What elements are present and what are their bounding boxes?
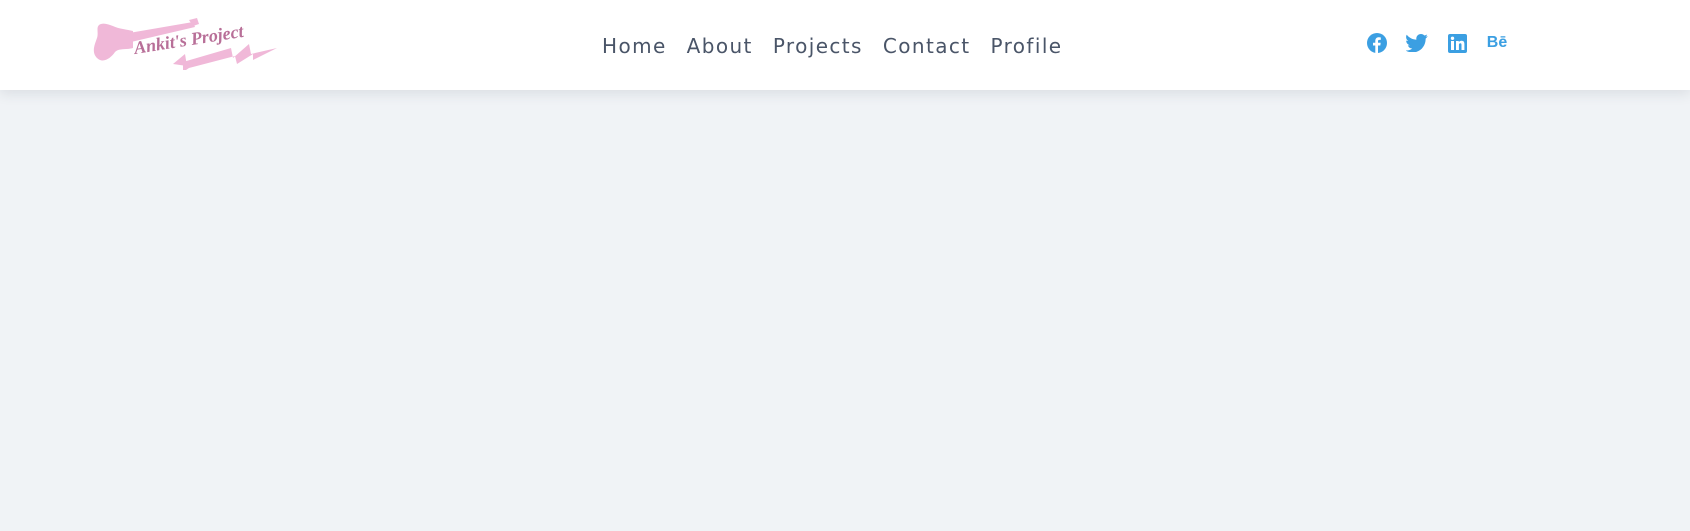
nav-item-home[interactable]: Home: [602, 31, 667, 61]
linkedin-icon[interactable]: [1446, 32, 1468, 54]
behance-label: Bē: [1486, 34, 1508, 51]
main-nav: Home About Projects Contact Profile: [602, 31, 1063, 61]
facebook-icon[interactable]: [1366, 32, 1388, 54]
site-header: Ankit's Project Home About Projects Cont…: [0, 0, 1690, 90]
nav-item-profile[interactable]: Profile: [991, 31, 1063, 61]
social-links: Bē: [1366, 32, 1508, 54]
nav-item-projects[interactable]: Projects: [773, 31, 863, 61]
twitter-icon[interactable]: [1406, 32, 1428, 54]
nav-item-about[interactable]: About: [687, 31, 753, 61]
brand-logo[interactable]: Ankit's Project: [93, 18, 278, 70]
guitar-logo-icon: Ankit's Project: [93, 18, 277, 70]
main-content: [0, 90, 1690, 531]
nav-item-contact[interactable]: Contact: [883, 31, 971, 61]
behance-icon[interactable]: Bē: [1486, 32, 1508, 54]
